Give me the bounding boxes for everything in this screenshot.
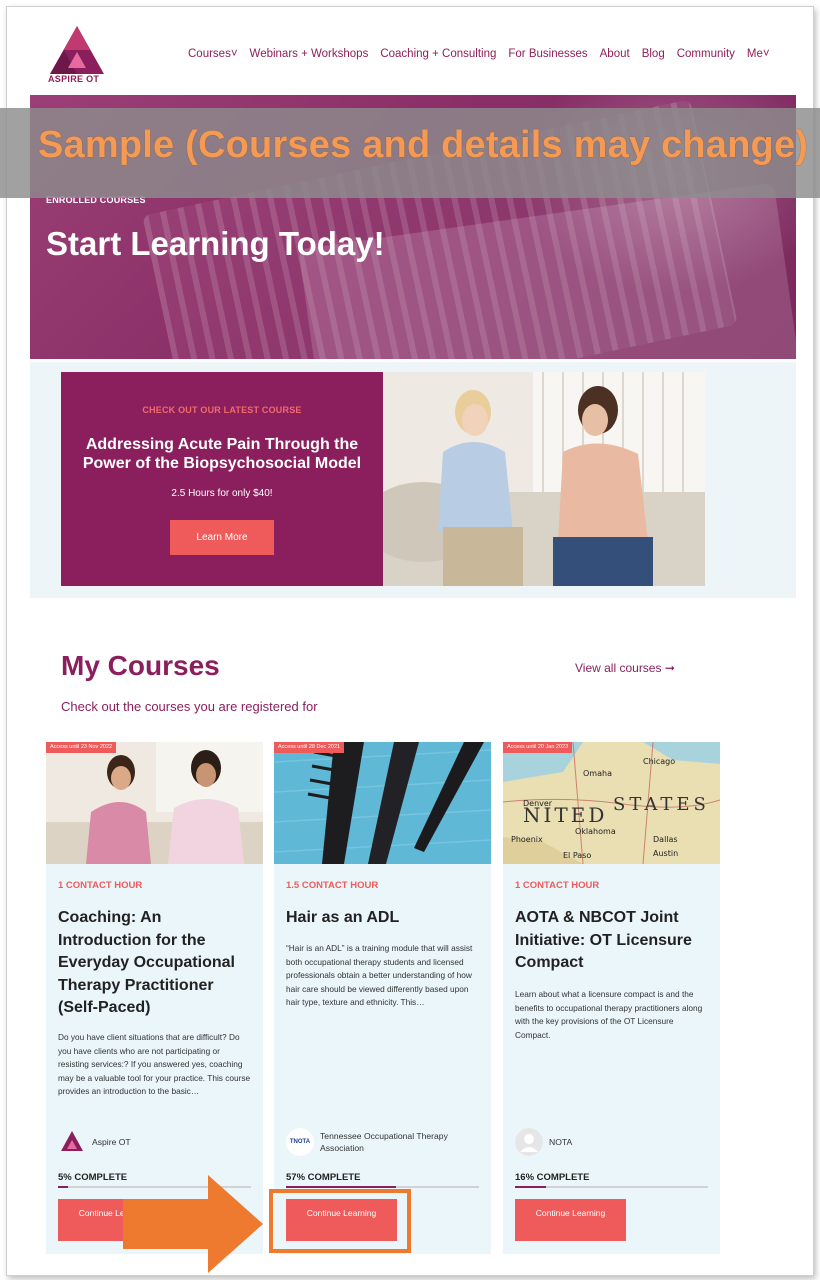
course-author: TNOTA Tennessee Occupational Therapy Ass… xyxy=(286,1128,480,1156)
svg-text:Oklahoma: Oklahoma xyxy=(575,827,616,836)
course-card[interactable]: NITED STATES Omaha Chicago Denver Oklahoma… xyxy=(503,742,720,1254)
course-description: Learn about what a licensure compact is … xyxy=(515,989,703,1040)
view-all-courses-link[interactable]: View all courses ➞ xyxy=(575,661,675,675)
default-avatar-icon xyxy=(515,1128,543,1156)
course-title[interactable]: Coaching: An Introduction for the Everyd… xyxy=(58,907,253,1020)
arrow-right-icon xyxy=(123,1175,263,1273)
nav-coaching[interactable]: Coaching + Consulting xyxy=(380,48,496,60)
course-image-map: NITED STATES OmahaChicago DenverOklahoma… xyxy=(503,742,720,864)
progress-fill xyxy=(58,1186,68,1188)
hero-title: Start Learning Today! xyxy=(46,225,385,262)
course-author: NOTA xyxy=(515,1128,572,1156)
nav-blog[interactable]: Blog xyxy=(642,48,665,60)
author-name: Tennessee Occupational Therapy Associati… xyxy=(320,1131,448,1153)
author-name: Aspire OT xyxy=(92,1137,131,1147)
contact-hours: 1 CONTACT HOUR xyxy=(515,880,600,891)
progress-track xyxy=(286,1186,479,1188)
svg-text:Denver: Denver xyxy=(523,799,553,808)
course-title[interactable]: AOTA & NBCOT Joint Initiative: OT Licens… xyxy=(515,907,710,975)
continue-learning-button[interactable]: Continue Learning xyxy=(515,1199,626,1241)
svg-text:Omaha: Omaha xyxy=(583,769,612,778)
course-description: “Hair is an ADL” is a training module th… xyxy=(286,943,473,1008)
progress-fill xyxy=(515,1186,546,1188)
course-title[interactable]: Hair as an ADL xyxy=(286,907,481,930)
svg-text:Chicago: Chicago xyxy=(643,757,675,766)
contact-hours: 1.5 CONTACT HOUR xyxy=(286,880,379,891)
nav-for-businesses[interactable]: For Businesses xyxy=(508,48,587,60)
nav-community[interactable]: Community xyxy=(677,48,735,60)
course-card[interactable]: Access until 28 Dec 2021 1.5 CONTACT HOU… xyxy=(274,742,491,1254)
access-badge: Access until 20 Jan 2023 xyxy=(503,742,573,753)
featured-title: Addressing Acute Pain Through the Power … xyxy=(82,436,362,472)
tnota-logo-icon: TNOTA xyxy=(286,1128,314,1156)
svg-text:Austin: Austin xyxy=(653,849,678,858)
author-name: NOTA xyxy=(549,1137,573,1147)
featured-course-image xyxy=(383,372,705,586)
svg-text:Phoenix: Phoenix xyxy=(511,835,543,844)
my-courses-title: My Courses xyxy=(61,650,220,681)
svg-text:STATES: STATES xyxy=(613,794,710,815)
svg-text:El Paso: El Paso xyxy=(563,851,591,860)
logo-text: ASPIRE OT xyxy=(48,74,100,84)
course-author: Aspire OT xyxy=(58,1128,131,1156)
course-description: Do you have client situations that are d… xyxy=(58,1032,251,1097)
svg-text:Dallas: Dallas xyxy=(653,835,678,844)
main-nav: Courses˅ Webinars + Workshops Coaching +… xyxy=(188,48,770,60)
access-badge: Access until 23 Nov 2022 xyxy=(46,742,117,753)
nav-about[interactable]: About xyxy=(600,48,630,60)
progress-label: 16% COMPLETE xyxy=(515,1172,590,1183)
nav-webinars[interactable]: Webinars + Workshops xyxy=(250,48,369,60)
progress-track xyxy=(515,1186,708,1188)
access-badge: Access until 28 Dec 2021 xyxy=(274,742,345,753)
contact-hours: 1 CONTACT HOUR xyxy=(58,880,143,891)
featured-kicker: CHECK OUT OUR LATEST COURSE xyxy=(142,405,302,415)
course-image-hair xyxy=(274,742,491,864)
sample-overlay-text: Sample (Courses and details may change) xyxy=(38,124,809,166)
featured-course-card: CHECK OUT OUR LATEST COURSE Addressing A… xyxy=(61,372,383,586)
my-courses-subtitle: Check out the courses you are registered… xyxy=(61,699,318,714)
progress-fill xyxy=(286,1186,396,1188)
aspire-logo-icon xyxy=(61,1131,83,1151)
nav-me[interactable]: Me˅ xyxy=(747,48,770,60)
progress-label: 57% COMPLETE xyxy=(286,1172,361,1183)
progress-label: 5% COMPLETE xyxy=(58,1172,128,1183)
annotation-highlight-box xyxy=(269,1189,411,1253)
nav-courses[interactable]: Courses˅ xyxy=(188,48,238,60)
featured-subtitle: 2.5 Hours for only $40! xyxy=(171,488,273,499)
course-image-coaching xyxy=(46,742,263,864)
learn-more-button[interactable]: Learn More xyxy=(170,520,274,555)
